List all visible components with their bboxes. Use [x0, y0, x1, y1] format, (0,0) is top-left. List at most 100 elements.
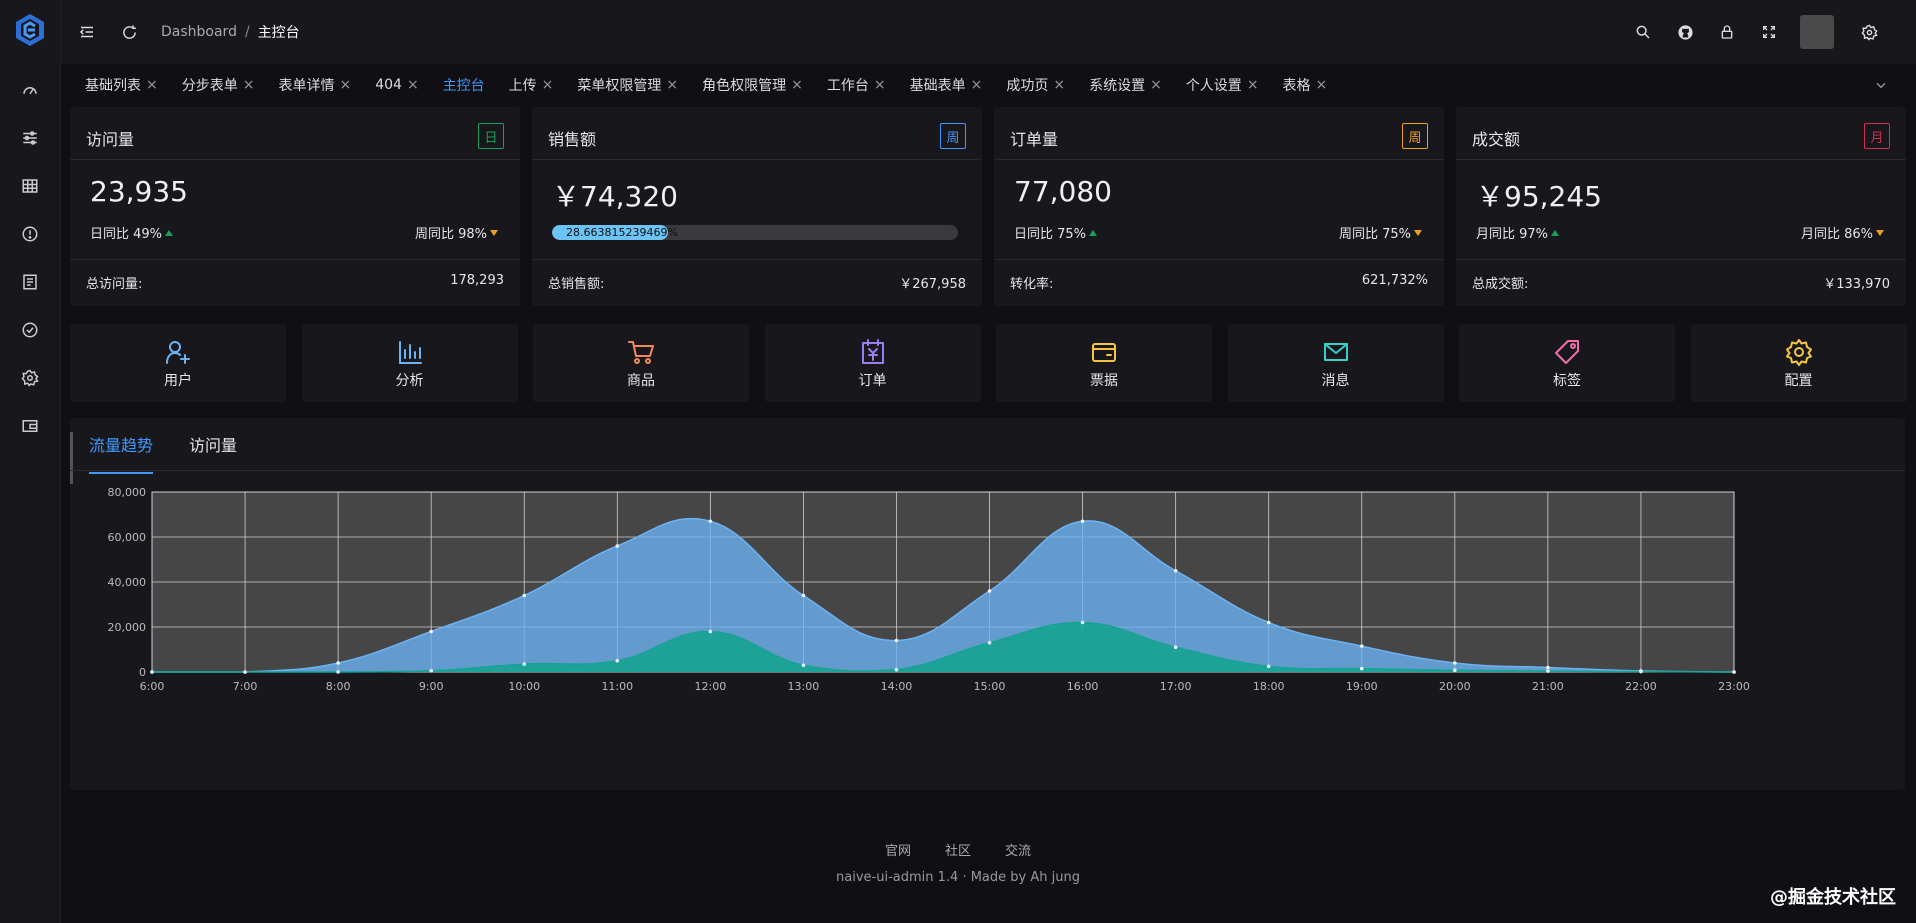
logo-icon[interactable]: [12, 12, 48, 48]
tab-item[interactable]: 角色权限管理 ×: [702, 75, 803, 95]
user-add-icon: [166, 341, 190, 364]
breadcrumb: Dashboard / 主控台: [161, 22, 300, 42]
tab-item[interactable]: 分步表单 ×: [182, 75, 255, 95]
tab-item[interactable]: 表格 ×: [1283, 75, 1328, 95]
tab-traffic-trend[interactable]: 流量趋势: [89, 432, 154, 474]
sidebar-item-table[interactable]: [0, 162, 60, 210]
github-button[interactable]: [1664, 0, 1706, 64]
close-icon[interactable]: ×: [1316, 77, 1328, 93]
data-point: [1173, 568, 1178, 573]
copyright: naive-ui-admin 1.4 · Made by Ah jung: [836, 870, 1080, 885]
shortcut-card[interactable]: 消息: [1227, 324, 1444, 402]
data-point: [987, 640, 992, 645]
x-tick-label: 19:00: [1346, 680, 1378, 693]
stat-card: 访问量 日 23,935 日同比 49% 周同比 98% 总访问量: 178,293: [70, 107, 520, 306]
tab-item[interactable]: 工作台 ×: [827, 75, 886, 95]
close-icon[interactable]: ×: [542, 77, 554, 93]
tab-item[interactable]: 404 ×: [375, 77, 418, 93]
data-point: [987, 589, 992, 593]
project-settings-button[interactable]: [1848, 0, 1890, 64]
close-icon[interactable]: ×: [791, 77, 803, 93]
close-icon[interactable]: ×: [1150, 77, 1162, 93]
avatar[interactable]: [1800, 15, 1834, 49]
tab-item[interactable]: 成功页 ×: [1006, 75, 1065, 95]
bar-chart-icon: [398, 341, 422, 364]
traffic-chart: 0 20,000 40,000 60,000 80,000 6:00 7:00 8:00 9:0…: [108, 486, 1750, 693]
data-point: [429, 629, 433, 634]
footer-link-official[interactable]: 官网: [885, 840, 911, 859]
shortcut-card[interactable]: 分析: [301, 324, 518, 402]
tab-visits[interactable]: 访问量: [189, 432, 237, 474]
refresh-button[interactable]: [111, 0, 147, 64]
stat-total-label: 总访问量:: [86, 277, 143, 292]
close-icon[interactable]: ×: [971, 77, 983, 93]
sidebar-item-frame[interactable]: [0, 402, 60, 450]
alert-icon: [22, 226, 38, 242]
x-tick-label: 11:00: [601, 680, 633, 693]
sidebar-item-exception[interactable]: [0, 210, 60, 258]
close-icon[interactable]: ×: [407, 77, 419, 93]
divider: [994, 259, 1444, 260]
y-tick-label: 20,000: [108, 621, 147, 634]
shortcut-card[interactable]: 用户: [70, 324, 286, 402]
chevron-down-icon[interactable]: [1874, 78, 1888, 92]
footer-link-discuss[interactable]: 交流: [1005, 840, 1031, 859]
compare-label: 日同比 75%: [1014, 227, 1087, 242]
stat-title: 访问量: [86, 130, 135, 149]
tab-item[interactable]: 系统设置 ×: [1089, 75, 1162, 95]
search-button[interactable]: [1622, 0, 1664, 64]
footer-links: 官网 社区 交流: [0, 840, 1916, 859]
stat-card: 销售额 周 ￥74,320 28.663815239469% 总销售额: ￥267,958: [532, 107, 982, 306]
caret-up-icon: [1089, 229, 1098, 236]
collapse-menu-button[interactable]: [63, 0, 111, 64]
sidebar-item-dashboard[interactable]: [0, 66, 60, 114]
divider: [70, 259, 520, 260]
watermark: @掘金技术社区: [1770, 887, 1896, 908]
search-icon: [1636, 25, 1650, 39]
tab-item[interactable]: 基础表单 ×: [910, 75, 983, 95]
close-icon[interactable]: ×: [1053, 77, 1065, 93]
stat-total-value: 178,293: [450, 273, 504, 288]
tag-icon: [1555, 340, 1579, 364]
close-icon[interactable]: ×: [339, 77, 351, 93]
stat-total-label: 总成交额:: [1472, 277, 1529, 292]
tab-item[interactable]: 表单详情 ×: [278, 75, 351, 95]
tab-label: 404: [375, 77, 402, 93]
chart-scrollbar[interactable]: [70, 432, 73, 484]
breadcrumb-root[interactable]: Dashboard: [161, 24, 237, 40]
data-point: [522, 662, 527, 666]
shortcut-card[interactable]: 订单: [764, 324, 981, 402]
sidebar-item-settings-sliders[interactable]: [0, 114, 60, 162]
close-icon[interactable]: ×: [666, 77, 678, 93]
data-point: [1732, 670, 1736, 674]
close-icon[interactable]: ×: [1247, 77, 1259, 93]
tab-item[interactable]: 上传 ×: [509, 75, 554, 95]
x-tick-label: 22:00: [1625, 680, 1657, 693]
sidebar-item-form[interactable]: [0, 258, 60, 306]
shortcut-card[interactable]: 配置: [1690, 324, 1907, 402]
caret-up-icon: [1551, 229, 1560, 236]
close-icon[interactable]: ×: [874, 77, 886, 93]
tab-item[interactable]: 个人设置 ×: [1186, 75, 1259, 95]
close-icon[interactable]: ×: [146, 77, 158, 93]
stat-total-label: 转化率:: [1010, 277, 1054, 292]
tab-item[interactable]: 主控台: [443, 75, 485, 95]
period-badge: 日: [478, 123, 504, 149]
fullscreen-button[interactable]: [1748, 0, 1790, 64]
tab-item[interactable]: 菜单权限管理 ×: [577, 75, 678, 95]
divider: [532, 159, 982, 160]
close-icon[interactable]: ×: [243, 77, 255, 93]
sidebar-item-result[interactable]: [0, 306, 60, 354]
data-point: [1546, 669, 1550, 673]
data-point: [708, 629, 713, 634]
sidebar-item-system[interactable]: [0, 354, 60, 402]
footer-link-community[interactable]: 社区: [945, 840, 971, 859]
shortcut-card[interactable]: 票据: [996, 324, 1212, 402]
shortcut-card[interactable]: 商品: [533, 324, 749, 402]
shortcut-card[interactable]: 标签: [1459, 324, 1675, 402]
divider: [1456, 259, 1906, 260]
lock-screen-button[interactable]: [1706, 0, 1748, 64]
chart-tabs: 流量趋势 访问量: [89, 432, 273, 474]
refresh-icon: [122, 24, 136, 39]
tab-item[interactable]: 基础列表 ×: [85, 75, 158, 95]
